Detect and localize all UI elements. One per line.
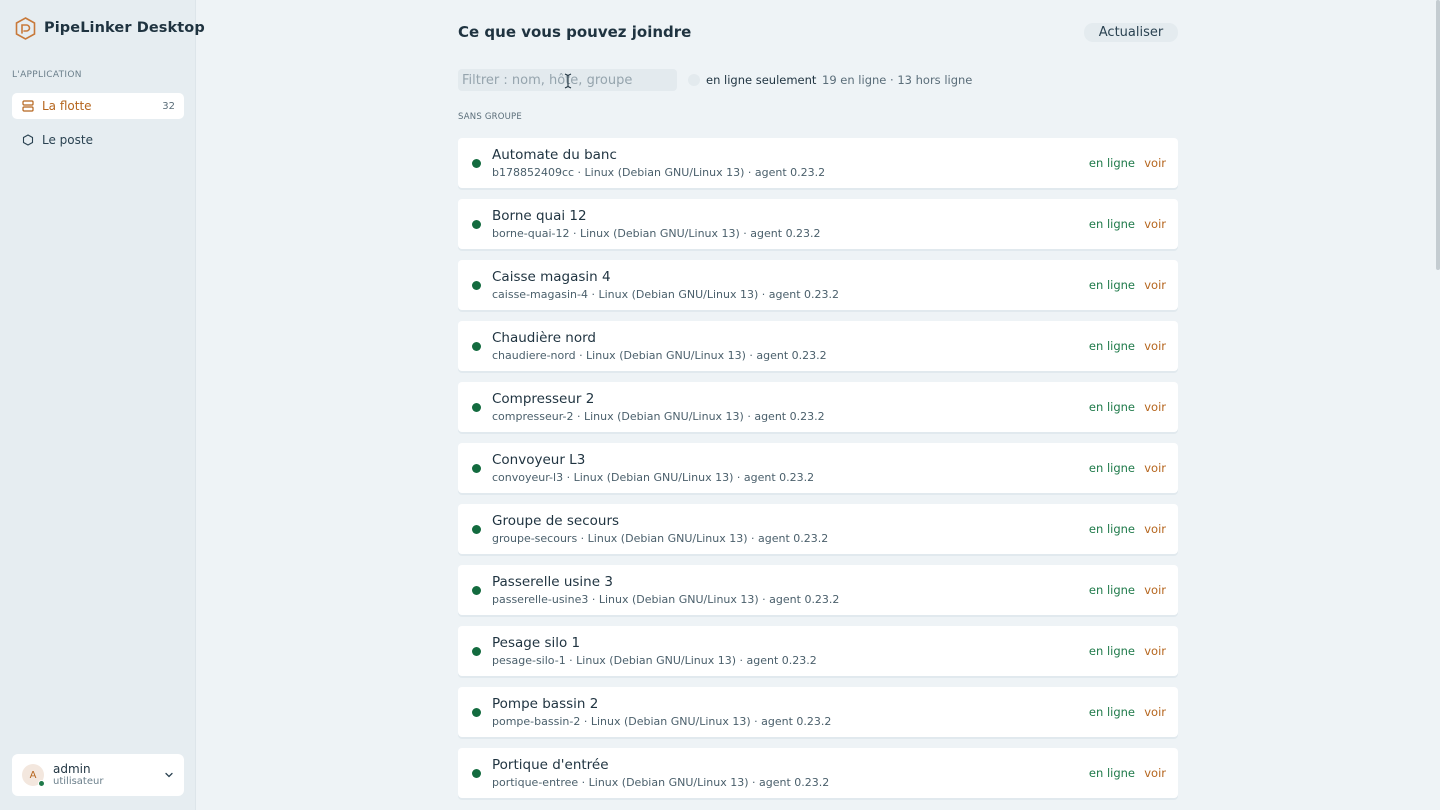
view-device-link[interactable]: voir	[1144, 461, 1166, 475]
group-header: SANS GROUPE	[458, 112, 522, 122]
sidebar: PipeLinker Desktop L'APPLICATION La flot…	[0, 0, 205, 810]
device-meta: passerelle-usine3 · Linux (Debian GNU/Li…	[492, 593, 840, 606]
device-name: Portique d'entrée	[492, 757, 609, 773]
user-name: admin	[53, 761, 91, 776]
view-device-link[interactable]: voir	[1144, 400, 1166, 414]
device-meta: borne-quai-12 · Linux (Debian GNU/Linux …	[492, 227, 821, 240]
device-status: en ligne	[1088, 156, 1135, 170]
device-name: Automate du banc	[492, 147, 617, 163]
device-status: en ligne	[1088, 766, 1135, 780]
view-device-link[interactable]: voir	[1144, 766, 1166, 780]
device-status: en ligne	[1088, 400, 1135, 414]
user-role: utilisateur	[53, 776, 104, 788]
fleet-count-badge: 32	[162, 100, 175, 112]
view-device-link[interactable]: voir	[1144, 705, 1166, 719]
sidebar-item-label: La flotte	[42, 99, 92, 113]
device-row[interactable]: Automate du banc b178852409cc · Linux (D…	[458, 138, 1178, 188]
app-title: PipeLinker Desktop	[44, 20, 205, 36]
device-name: Chaudière nord	[492, 330, 596, 346]
scrollbar[interactable]	[1436, 0, 1440, 270]
chevron-down-icon[interactable]	[164, 770, 174, 780]
server-icon	[22, 100, 34, 112]
device-status: en ligne	[1088, 522, 1135, 536]
device-row[interactable]: Pompe bassin 2 pompe-bassin-2 · Linux (D…	[458, 687, 1178, 737]
device-meta: convoyeur-l3 · Linux (Debian GNU/Linux 1…	[492, 471, 815, 484]
device-status: en ligne	[1088, 461, 1135, 475]
device-row[interactable]: Caisse magasin 4 caisse-magasin-4 · Linu…	[458, 260, 1178, 310]
device-status: en ligne	[1088, 705, 1135, 719]
device-name: Convoyeur L3	[492, 452, 586, 468]
view-device-link[interactable]: voir	[1144, 644, 1166, 658]
page-title: Ce que vous pouvez joindre	[458, 23, 692, 41]
online-only-label[interactable]: en ligne seulement	[706, 73, 816, 87]
brand[interactable]: PipeLinker Desktop	[13, 15, 205, 41]
device-name: Compresseur 2	[492, 391, 595, 407]
online-status-dot	[472, 281, 481, 290]
text-cursor-icon	[564, 73, 572, 89]
device-meta: caisse-magasin-4 · Linux (Debian GNU/Lin…	[492, 288, 840, 301]
device-status: en ligne	[1088, 217, 1135, 231]
device-name: Passerelle usine 3	[492, 574, 613, 590]
sidebar-item-la-flotte[interactable]: La flotte 32	[12, 93, 184, 119]
device-name: Caisse magasin 4	[492, 269, 611, 285]
avatar-initial: A	[29, 769, 37, 781]
user-menu[interactable]: A admin utilisateur	[12, 754, 184, 796]
device-status: en ligne	[1088, 583, 1135, 597]
online-status-dot	[38, 780, 45, 787]
sidebar-item-label: Le poste	[42, 133, 93, 147]
view-device-link[interactable]: voir	[1144, 278, 1166, 292]
online-status-dot	[472, 586, 481, 595]
online-only-toggle[interactable]	[688, 74, 700, 86]
device-row[interactable]: Portique d'entrée portique-entree · Linu…	[458, 748, 1178, 798]
online-status-dot	[472, 342, 481, 351]
avatar: A	[22, 764, 45, 787]
online-status-dot	[472, 159, 481, 168]
device-status: en ligne	[1088, 644, 1135, 658]
refresh-button[interactable]: Actualiser	[1084, 23, 1178, 42]
online-status-dot	[472, 464, 481, 473]
device-status: en ligne	[1088, 278, 1135, 292]
device-row[interactable]: Compresseur 2 compresseur-2 · Linux (Deb…	[458, 382, 1178, 432]
device-row[interactable]: Convoyeur L3 convoyeur-l3 · Linux (Debia…	[458, 443, 1178, 493]
device-meta: groupe-secours · Linux (Debian GNU/Linux…	[492, 532, 829, 545]
device-row[interactable]: Chaudière nord chaudiere-nord · Linux (D…	[458, 321, 1178, 371]
view-device-link[interactable]: voir	[1144, 339, 1166, 353]
hexagon-icon	[22, 134, 34, 146]
online-status-dot	[472, 769, 481, 778]
device-row[interactable]: Pesage silo 1 pesage-silo-1 · Linux (Deb…	[458, 626, 1178, 676]
device-row[interactable]: Groupe de secours groupe-secours · Linux…	[458, 504, 1178, 554]
device-list: Automate du banc b178852409cc · Linux (D…	[458, 138, 1178, 809]
view-device-link[interactable]: voir	[1144, 583, 1166, 597]
view-device-link[interactable]: voir	[1144, 522, 1166, 536]
online-status-dot	[472, 220, 481, 229]
view-device-link[interactable]: voir	[1144, 217, 1166, 231]
device-row[interactable]: Passerelle usine 3 passerelle-usine3 · L…	[458, 565, 1178, 615]
status-counts: 19 en ligne · 13 hors ligne	[822, 73, 973, 87]
device-row[interactable]: Borne quai 12 borne-quai-12 · Linux (Deb…	[458, 199, 1178, 249]
sidebar-item-le-poste[interactable]: Le poste	[12, 127, 184, 153]
sidebar-section-label: L'APPLICATION	[12, 70, 82, 80]
online-status-dot	[472, 647, 481, 656]
online-status-dot	[472, 525, 481, 534]
view-device-link[interactable]: voir	[1144, 156, 1166, 170]
device-name: Pesage silo 1	[492, 635, 581, 651]
device-status: en ligne	[1088, 339, 1135, 353]
online-status-dot	[472, 403, 481, 412]
device-meta: portique-entree · Linux (Debian GNU/Linu…	[492, 776, 830, 789]
device-meta: b178852409cc · Linux (Debian GNU/Linux 1…	[492, 166, 826, 179]
device-meta: chaudiere-nord · Linux (Debian GNU/Linux…	[492, 349, 827, 362]
device-name: Pompe bassin 2	[492, 696, 599, 712]
device-name: Borne quai 12	[492, 208, 587, 224]
device-meta: pompe-bassin-2 · Linux (Debian GNU/Linux…	[492, 715, 832, 728]
device-meta: pesage-silo-1 · Linux (Debian GNU/Linux …	[492, 654, 817, 667]
online-status-dot	[472, 708, 481, 717]
pipelinker-logo-icon	[15, 16, 36, 40]
device-meta: compresseur-2 · Linux (Debian GNU/Linux …	[492, 410, 825, 423]
device-name: Groupe de secours	[492, 513, 620, 529]
